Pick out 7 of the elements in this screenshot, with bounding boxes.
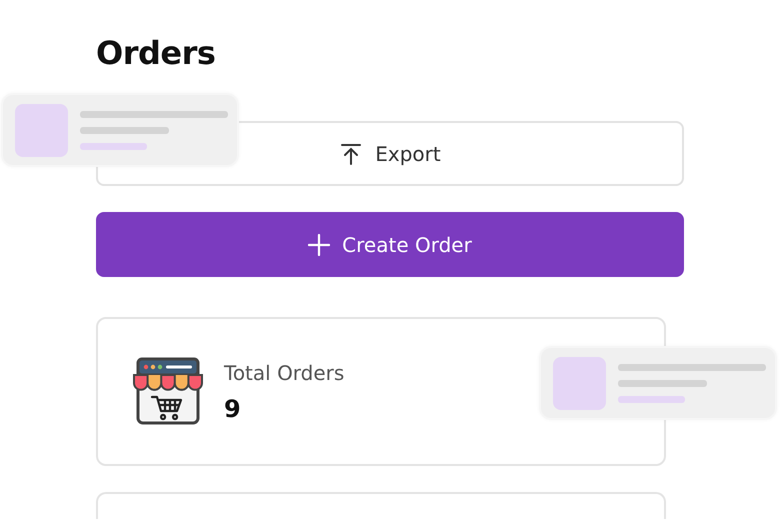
create-order-button[interactable]: Create Order bbox=[96, 212, 684, 277]
plus-icon bbox=[308, 234, 330, 256]
upload-icon bbox=[339, 142, 364, 166]
stat-label: Total Orders bbox=[224, 360, 344, 384]
page-title: Orders bbox=[96, 34, 216, 72]
stat-value: 9 bbox=[224, 394, 242, 422]
shop-cart-icon bbox=[132, 356, 204, 426]
